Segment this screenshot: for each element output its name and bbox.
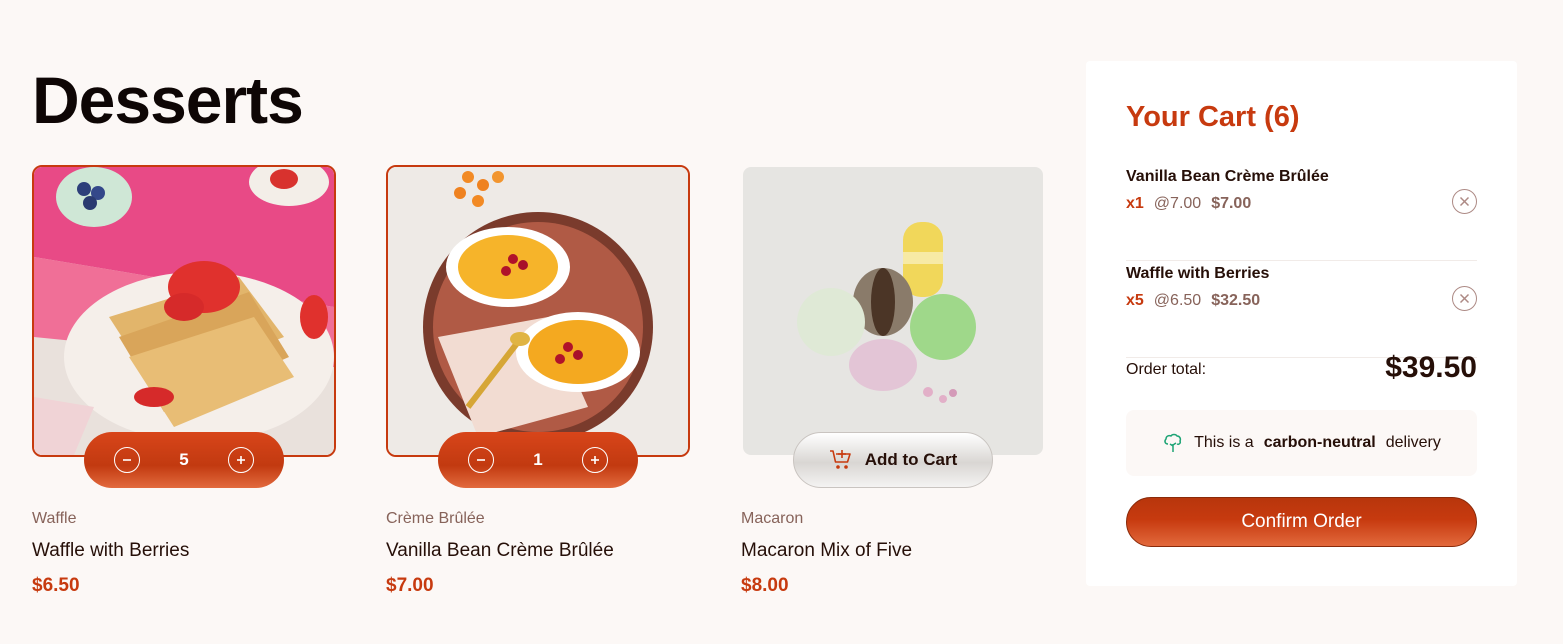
- increment-icon: [591, 456, 599, 464]
- cart-item-name: Vanilla Bean Crème Brûlée: [1126, 168, 1329, 185]
- product-price: $7.00: [386, 575, 434, 596]
- quantity-value: 1: [533, 450, 543, 469]
- cart-item-unit-price: @7.00: [1153, 195, 1202, 212]
- carbon-neutral-notice: This is a carbon-neutral delivery: [1126, 410, 1477, 476]
- product-image-waffle: [32, 165, 336, 457]
- order-total-label: Order total:: [1126, 361, 1207, 378]
- product-image-macaron: [741, 165, 1045, 457]
- cart-item-total: $7.00: [1211, 195, 1252, 212]
- product-card-macaron: Add to Cart Macaron Macaron Mix of Five …: [741, 165, 1045, 596]
- cart-title: Your Cart (6): [1126, 101, 1300, 133]
- remove-item-button[interactable]: [1452, 189, 1477, 214]
- cart-item-total: $32.50: [1211, 292, 1261, 309]
- page-title: Desserts: [32, 63, 304, 137]
- product-name: Macaron Mix of Five: [741, 540, 913, 561]
- carbon-text-prefix: This is a: [1194, 434, 1254, 451]
- increment-icon: [237, 456, 245, 464]
- cart-item: Waffle with Berries x5 @6.50 $32.50: [1126, 261, 1477, 358]
- remove-item-icon: [1459, 196, 1470, 207]
- confirm-order-button[interactable]: Confirm Order: [1126, 497, 1477, 547]
- cart-item-unit-price: @6.50: [1153, 292, 1202, 309]
- add-to-cart-button[interactable]: Add to Cart: [793, 432, 993, 488]
- decrement-icon: [123, 459, 131, 461]
- carbon-text-bold: carbon-neutral: [1263, 434, 1376, 451]
- remove-item-button[interactable]: [1452, 286, 1477, 311]
- increment-button[interactable]: [582, 447, 608, 473]
- product-name: Vanilla Bean Crème Brûlée: [386, 540, 614, 561]
- cart-item-name: Waffle with Berries: [1126, 265, 1270, 282]
- product-price: $6.50: [32, 575, 80, 596]
- remove-item-icon: [1459, 293, 1470, 304]
- add-to-cart-label: Add to Cart: [864, 450, 958, 469]
- cart-item-qty: x1: [1126, 195, 1144, 212]
- carbon-text-suffix: delivery: [1385, 434, 1441, 451]
- product-name: Waffle with Berries: [32, 540, 190, 561]
- quantity-stepper: 5: [84, 432, 284, 488]
- carbon-neutral-tree-icon: [1164, 433, 1182, 452]
- decrement-button[interactable]: [114, 447, 140, 473]
- product-category: Crème Brûlée: [386, 510, 485, 527]
- cart-item-details: x1 @7.00 $7.00: [1126, 195, 1251, 213]
- order-total-value: $39.50: [1385, 351, 1477, 384]
- quantity-value: 5: [179, 450, 189, 469]
- quantity-stepper: 1: [438, 432, 638, 488]
- cart-item-qty: x5: [1126, 292, 1144, 309]
- decrement-button[interactable]: [468, 447, 494, 473]
- product-price: $8.00: [741, 575, 789, 596]
- add-to-cart-icon: [829, 450, 851, 469]
- product-category: Macaron: [741, 510, 804, 527]
- product-image-creme-brulee: [386, 165, 690, 457]
- cart-panel: Your Cart (6) Vanilla Bean Crème Brûlée …: [1086, 61, 1517, 586]
- product-card-creme-brulee: 1 Crème Brûlée Vanilla Bean Crème Brûlée…: [386, 165, 690, 596]
- cart-item-details: x5 @6.50 $32.50: [1126, 292, 1260, 310]
- decrement-icon: [477, 459, 485, 461]
- product-category: Waffle: [32, 510, 77, 527]
- cart-item: Vanilla Bean Crème Brûlée x1 @7.00 $7.00: [1126, 164, 1477, 261]
- increment-button[interactable]: [228, 447, 254, 473]
- product-card-waffle: 5 Waffle Waffle with Berries $6.50: [32, 165, 336, 596]
